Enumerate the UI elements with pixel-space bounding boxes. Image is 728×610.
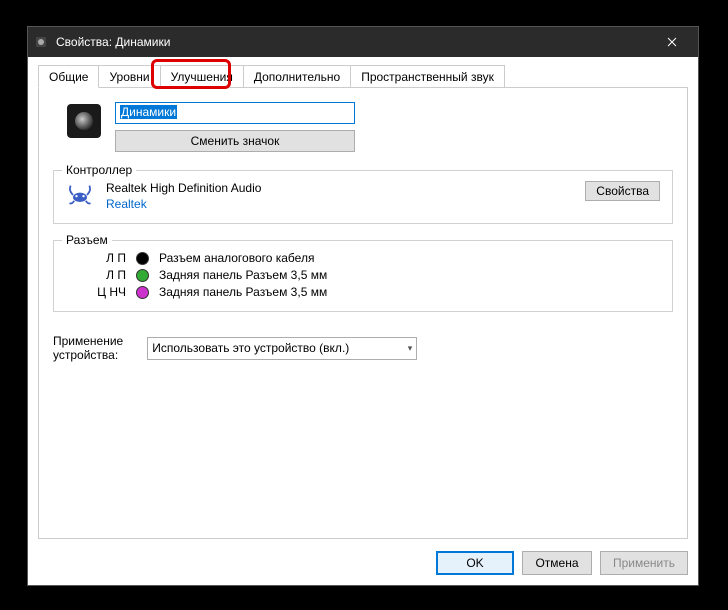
jack-label: Л П — [76, 251, 126, 265]
speaker-icon — [67, 104, 101, 138]
jack-label: Л П — [76, 268, 126, 282]
tab-advanced[interactable]: Дополнительно — [243, 65, 351, 88]
jack-desc: Задняя панель Разъем 3,5 мм — [159, 285, 327, 299]
apply-button[interactable]: Применить — [600, 551, 688, 575]
tab-panel-general: Динамики Сменить значок Контроллер Realt… — [38, 87, 688, 539]
controller-vendor-link[interactable]: Realtek — [106, 197, 573, 211]
window-frame: Свойства: Динамики Общие Уровни Улучшени… — [27, 26, 699, 586]
dialog-footer: OK Отмена Применить — [436, 551, 688, 575]
controller-props-button[interactable]: Свойства — [585, 181, 660, 201]
titlebar: Свойства: Динамики — [28, 27, 698, 57]
jack-label: Ц НЧ — [76, 285, 126, 299]
ok-button[interactable]: OK — [436, 551, 514, 575]
device-row: Динамики Сменить значок — [53, 102, 673, 152]
jack-row: Л П Задняя панель Разъем 3,5 мм — [76, 268, 660, 282]
device-name-input[interactable]: Динамики — [115, 102, 355, 124]
jack-row: Ц НЧ Задняя панель Разъем 3,5 мм — [76, 285, 660, 299]
jacks-legend: Разъем — [62, 233, 112, 247]
device-name-text: Динамики — [120, 105, 177, 119]
close-button[interactable] — [652, 27, 692, 57]
change-icon-button[interactable]: Сменить значок — [115, 130, 355, 152]
jack-desc: Задняя панель Разъем 3,5 мм — [159, 268, 327, 282]
jack-color-icon — [136, 269, 149, 282]
client-area: Общие Уровни Улучшения Дополнительно Про… — [28, 57, 698, 585]
tab-spatial[interactable]: Пространственный звук — [350, 65, 505, 88]
window-icon — [34, 34, 50, 50]
tab-levels[interactable]: Уровни — [98, 65, 160, 88]
chevron-down-icon: ▾ — [408, 343, 413, 354]
tab-enhancements[interactable]: Улучшения — [160, 65, 244, 88]
jack-desc: Разъем аналогового кабеля — [159, 251, 314, 265]
cancel-button[interactable]: Отмена — [522, 551, 592, 575]
usage-selected: Использовать это устройство (вкл.) — [152, 341, 349, 355]
jack-color-icon — [136, 286, 149, 299]
controller-group: Контроллер Realtek High Definition Audio… — [53, 170, 673, 224]
jack-color-icon — [136, 252, 149, 265]
jack-list: Л П Разъем аналогового кабеля Л П Задняя… — [66, 251, 660, 299]
controller-legend: Контроллер — [62, 163, 136, 177]
usage-row: Применение устройства: Использовать это … — [53, 334, 673, 362]
window-title: Свойства: Динамики — [56, 35, 652, 49]
jacks-group: Разъем Л П Разъем аналогового кабеля Л П… — [53, 240, 673, 312]
realtek-crab-icon — [66, 181, 94, 209]
controller-name: Realtek High Definition Audio — [106, 181, 573, 195]
usage-label: Применение устройства: — [53, 334, 123, 362]
jack-row: Л П Разъем аналогового кабеля — [76, 251, 660, 265]
name-area: Динамики Сменить значок — [115, 102, 355, 152]
tab-general[interactable]: Общие — [38, 65, 99, 88]
tab-strip: Общие Уровни Улучшения Дополнительно Про… — [38, 65, 504, 88]
usage-select[interactable]: Использовать это устройство (вкл.) ▾ — [147, 337, 417, 360]
